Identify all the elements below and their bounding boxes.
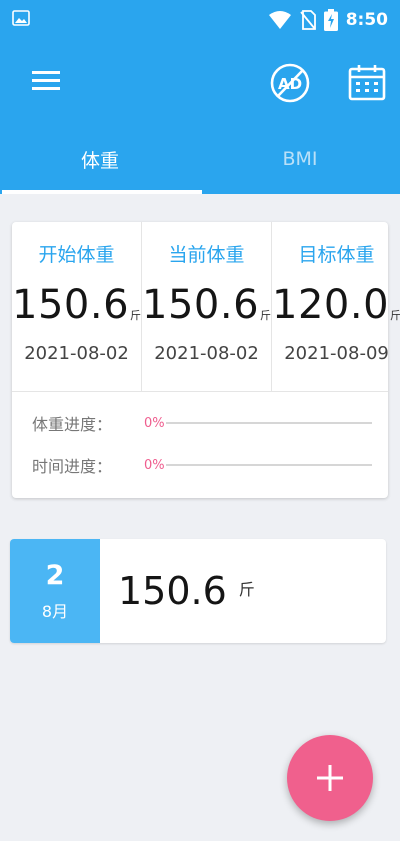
- record-unit: 斤: [238, 580, 255, 599]
- plus-icon: [317, 765, 343, 791]
- no-sim-icon: [300, 10, 316, 30]
- progress-label: 体重进度：: [32, 415, 113, 434]
- battery-charging-icon: [323, 9, 338, 31]
- current-weight-stat[interactable]: 当前体重 150.6 斤 2021-08-02: [142, 222, 273, 391]
- status-bar: 8:50: [0, 0, 400, 40]
- start-weight-stat[interactable]: 开始体重 150.6 斤 2021-08-02: [12, 222, 143, 391]
- menu-icon: [32, 71, 60, 90]
- tab-weight-label: 体重: [80, 149, 119, 172]
- weight-progress-row: 体重进度： 0%: [12, 402, 388, 444]
- gallery-notification-icon: [12, 10, 30, 30]
- no-ads-icon: AD: [270, 63, 310, 103]
- stat-unit: 斤: [390, 309, 400, 322]
- stat-unit: 斤: [130, 309, 142, 322]
- progress-label: 时间进度：: [32, 457, 113, 476]
- tab-bmi-label: BMI: [282, 148, 318, 170]
- stat-value: 150.6: [12, 282, 130, 328]
- stat-date: 2021-08-09: [284, 343, 389, 364]
- time-progress-row: 时间进度： 0%: [12, 444, 388, 486]
- app-toolbar: AD: [0, 40, 400, 124]
- tab-indicator: [2, 190, 202, 194]
- calendar-button[interactable]: [346, 62, 388, 104]
- calendar-icon: [348, 65, 386, 101]
- tab-weight[interactable]: 体重: [0, 124, 200, 194]
- record-day: 2: [45, 560, 65, 591]
- status-time: 8:50: [345, 10, 388, 30]
- add-record-button[interactable]: [287, 735, 373, 821]
- stat-label: 开始体重: [38, 244, 115, 266]
- record-weight: 150.6: [118, 569, 227, 613]
- stat-date: 2021-08-02: [24, 343, 129, 364]
- progress-percent: 0%: [144, 457, 165, 473]
- stat-date: 2021-08-02: [154, 343, 259, 364]
- menu-button[interactable]: [28, 65, 64, 95]
- weight-progress-bar: [166, 422, 372, 424]
- stat-value: 120.0: [272, 282, 390, 328]
- app-screen: 8:50 AD: [0, 0, 400, 841]
- stat-unit: 斤: [260, 309, 272, 322]
- weight-record-item[interactable]: 2 8月 150.6 斤: [10, 539, 386, 643]
- stat-label: 当前体重: [168, 244, 245, 266]
- progress-percent: 0%: [144, 415, 165, 431]
- tab-bar: 体重 BMI: [0, 124, 400, 194]
- target-weight-stat[interactable]: 目标体重 120.0 斤 2021-08-09: [272, 222, 400, 391]
- stat-value: 150.6: [142, 282, 260, 328]
- stat-label: 目标体重: [298, 244, 375, 266]
- weight-summary-card: 开始体重 150.6 斤 2021-08-02 当前体重 150.6 斤 202…: [12, 222, 400, 498]
- tab-bmi[interactable]: BMI: [200, 124, 400, 194]
- weight-stats-row: 开始体重 150.6 斤 2021-08-02 当前体重 150.6 斤 202…: [12, 222, 400, 392]
- wifi-icon: [268, 10, 292, 30]
- time-progress-bar: [166, 464, 372, 466]
- record-month: 8月: [41, 602, 69, 621]
- remove-ads-button[interactable]: AD: [269, 62, 311, 104]
- record-date-badge: 2 8月: [10, 539, 100, 643]
